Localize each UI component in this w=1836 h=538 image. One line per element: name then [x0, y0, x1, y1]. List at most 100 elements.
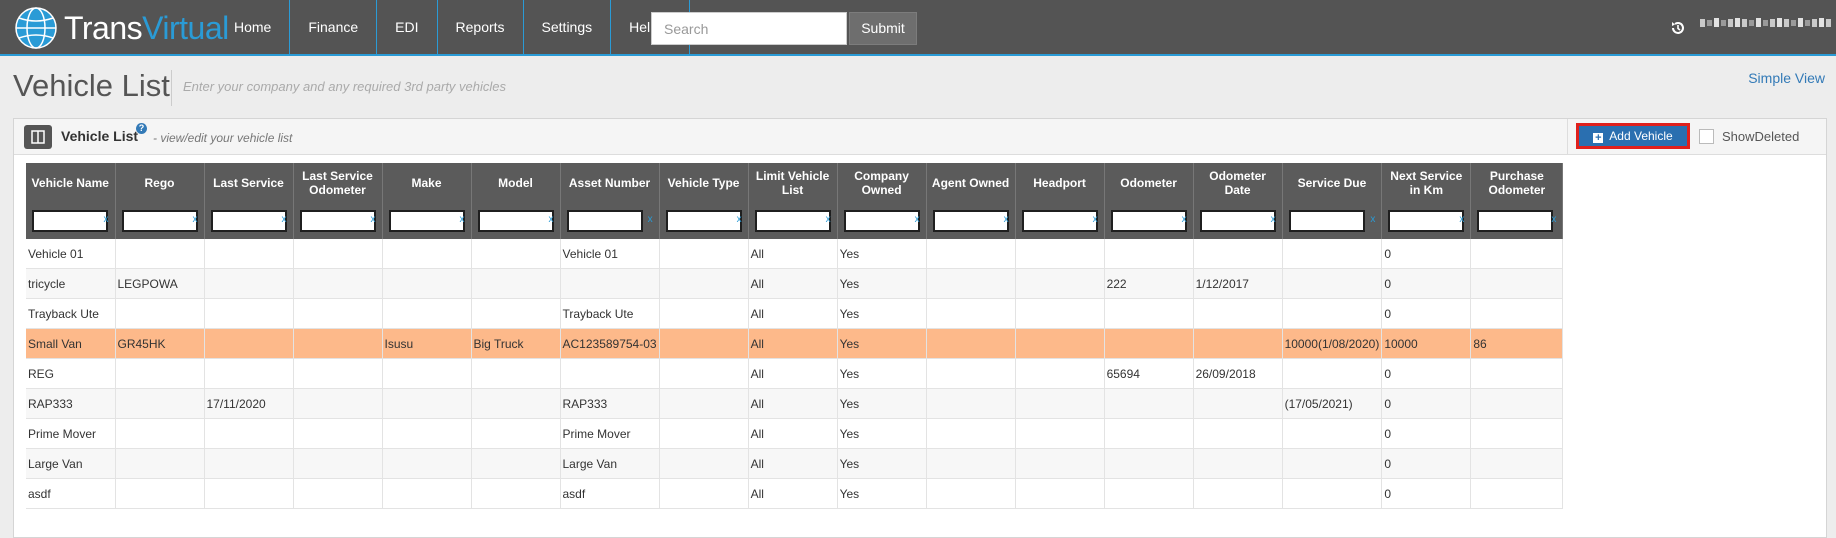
table-row[interactable]: tricycle LEGPOWA All Yes 222 1/12/2017 0: [26, 268, 1564, 299]
logo[interactable]: TransVirtual: [14, 6, 229, 50]
filter-input[interactable]: [210, 210, 287, 232]
col-agent-owned[interactable]: Agent Owned: [926, 163, 1016, 203]
table-row[interactable]: Small Van GR45HK Isusu Big Truck AC123589754…: [26, 328, 1564, 359]
clear-filter-icon[interactable]: x: [549, 215, 554, 225]
clear-filter-icon[interactable]: x: [1093, 215, 1098, 225]
clear-filter-icon[interactable]: x: [1182, 215, 1187, 225]
table-cell: [1015, 388, 1105, 419]
filter-input[interactable]: [932, 210, 1009, 232]
table-cell: 65694: [1104, 358, 1194, 389]
simple-view-link[interactable]: Simple View: [1748, 70, 1825, 86]
header-row: Vehicle Name Rego Last Service Last Serv…: [26, 163, 1564, 203]
filter-input[interactable]: [299, 210, 376, 232]
col-odometer-date[interactable]: Odometer Date: [1193, 163, 1283, 203]
table-cell: [471, 239, 561, 269]
filter-input[interactable]: [843, 210, 920, 232]
filter-input[interactable]: [754, 210, 831, 232]
filter-input[interactable]: [1288, 210, 1365, 232]
col-last-service[interactable]: Last Service: [204, 163, 294, 203]
page-subtitle: Enter your company and any required 3rd …: [183, 79, 507, 94]
clear-filter-icon[interactable]: x: [915, 215, 920, 225]
table-cell: [204, 298, 294, 329]
user-menu[interactable]: [1700, 18, 1831, 27]
clear-filter-icon[interactable]: x: [371, 215, 376, 225]
table-cell: [1193, 478, 1283, 509]
vehicle-grid: Vehicle Name Rego Last Service Last Serv…: [26, 163, 1564, 509]
filter-input[interactable]: [566, 210, 643, 232]
table-row[interactable]: REG All Yes 65694 26/09/2018 0: [26, 358, 1564, 389]
table-row[interactable]: Prime Mover Prime Mover All Yes 0: [26, 418, 1564, 449]
filter-input[interactable]: [1199, 210, 1276, 232]
col-service-due[interactable]: Service Due: [1282, 163, 1383, 203]
table-cell: [926, 358, 1016, 389]
search-input[interactable]: [651, 12, 847, 45]
col-rego[interactable]: Rego: [115, 163, 205, 203]
table-row[interactable]: asdf asdf All Yes 0: [26, 478, 1564, 509]
table-row[interactable]: Trayback Ute Trayback Ute All Yes 0: [26, 298, 1564, 329]
clear-filter-icon[interactable]: x: [737, 215, 742, 225]
table-cell: [382, 358, 472, 389]
table-cell: All: [748, 448, 838, 479]
col-odometer[interactable]: Odometer: [1104, 163, 1194, 203]
filter-input[interactable]: [1388, 210, 1465, 232]
filter-input[interactable]: [1021, 210, 1098, 232]
clear-filter-icon[interactable]: x: [193, 215, 198, 225]
clear-filter-icon[interactable]: x: [460, 215, 465, 225]
filter-cell: x: [471, 203, 561, 239]
nav-reports[interactable]: Reports: [438, 0, 524, 54]
brand-name: TransVirtual: [64, 10, 229, 46]
clear-filter-icon[interactable]: x: [282, 215, 287, 225]
col-company-owned[interactable]: Company Owned: [837, 163, 927, 203]
table-cell: [293, 388, 383, 419]
col-model[interactable]: Model: [471, 163, 561, 203]
table-cell: [1193, 448, 1283, 479]
filter-cell: x: [293, 203, 383, 239]
clear-filter-icon[interactable]: x: [1271, 215, 1276, 225]
filter-input[interactable]: [1110, 210, 1187, 232]
col-limit-vehicle-list[interactable]: Limit Vehicle List: [748, 163, 838, 203]
clear-filter-icon[interactable]: x: [1370, 215, 1375, 225]
submit-button[interactable]: Submit: [849, 12, 917, 45]
filter-input[interactable]: [477, 210, 554, 232]
filter-cell: x: [1381, 203, 1472, 239]
table-row[interactable]: RAP333 17/11/2020 RAP333 All Yes (17/05/2021)…: [26, 388, 1564, 419]
col-headport[interactable]: Headport: [1015, 163, 1105, 203]
col-vehicle-name[interactable]: Vehicle Name: [26, 163, 116, 203]
add-vehicle-button[interactable]: + Add Vehicle: [1576, 123, 1690, 149]
table-cell: 17/11/2020: [204, 388, 294, 419]
table-cell: RAP333: [26, 388, 116, 419]
table-cell: 222: [1104, 268, 1194, 299]
table-row[interactable]: Vehicle 01 Vehicle 01 All Yes 0: [26, 239, 1564, 269]
table-cell: [471, 478, 561, 509]
filter-input[interactable]: [32, 210, 108, 232]
table-row[interactable]: Large Van Large Van All Yes 0: [26, 448, 1564, 479]
nav-home[interactable]: Home: [216, 0, 291, 54]
nav-finance[interactable]: Finance: [290, 0, 378, 54]
clear-filter-icon[interactable]: x: [1459, 215, 1464, 225]
table-cell: [382, 239, 472, 269]
table-cell: [293, 239, 383, 269]
col-next-service-km[interactable]: Next Service in Km: [1381, 163, 1472, 203]
col-last-service-odometer[interactable]: Last Service Odometer: [293, 163, 383, 203]
clear-filter-icon[interactable]: x: [1551, 215, 1556, 225]
help-icon[interactable]: ?: [136, 123, 147, 134]
filter-input[interactable]: [121, 210, 198, 232]
table-cell: [926, 328, 1016, 359]
filter-input[interactable]: [665, 210, 742, 232]
col-make[interactable]: Make: [382, 163, 472, 203]
nav-edi[interactable]: EDI: [377, 0, 438, 54]
filter-input[interactable]: [1477, 210, 1554, 232]
clear-filter-icon[interactable]: x: [104, 215, 109, 225]
clear-filter-icon[interactable]: x: [826, 215, 831, 225]
filter-input[interactable]: [388, 210, 465, 232]
table-cell: [659, 478, 749, 509]
history-icon[interactable]: [1670, 20, 1686, 36]
nav-settings[interactable]: Settings: [524, 0, 612, 54]
columns-toggle-button[interactable]: [24, 125, 52, 149]
col-vehicle-type[interactable]: Vehicle Type: [659, 163, 749, 203]
col-asset-number[interactable]: Asset Number: [560, 163, 660, 203]
clear-filter-icon[interactable]: x: [648, 215, 653, 225]
clear-filter-icon[interactable]: x: [1004, 215, 1009, 225]
show-deleted-checkbox[interactable]: [1699, 129, 1714, 144]
col-purchase-odometer[interactable]: Purchase Odometer: [1470, 163, 1564, 203]
